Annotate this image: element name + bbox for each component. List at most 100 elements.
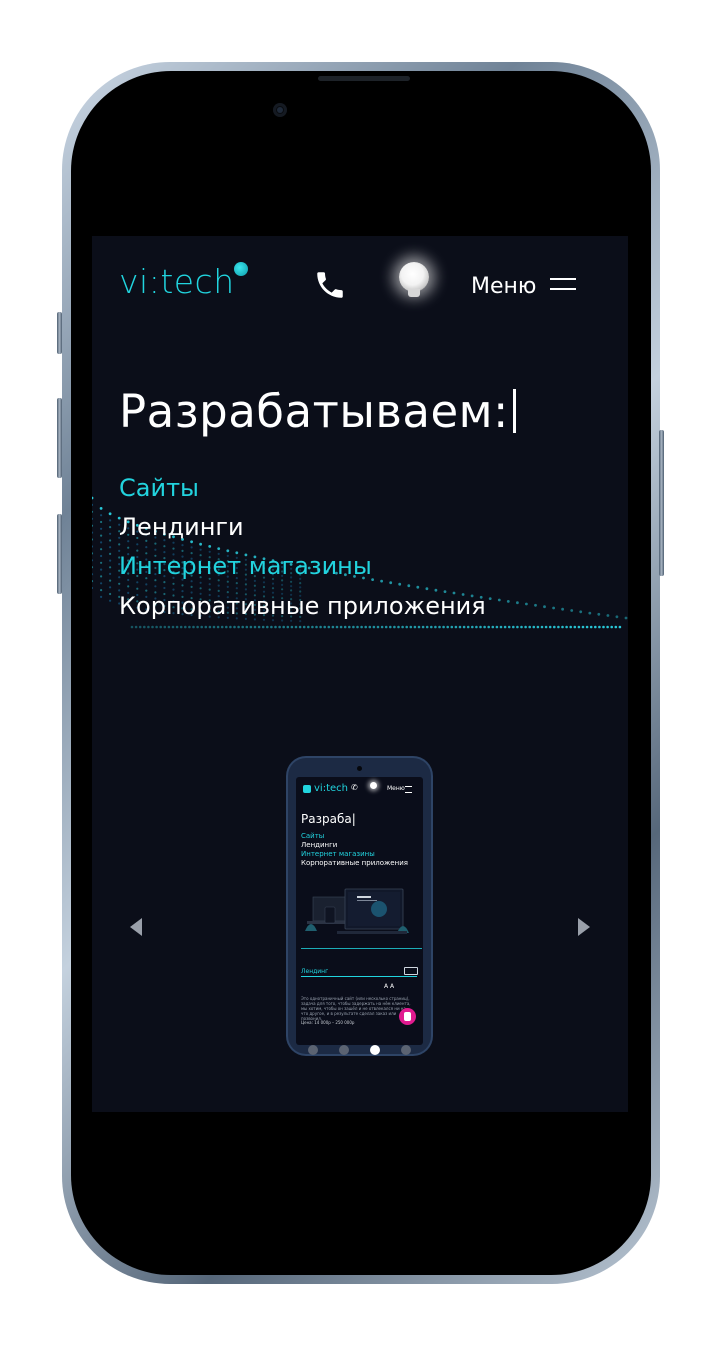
wave-line-dot xyxy=(618,625,622,629)
wave-line-dot xyxy=(225,625,228,629)
wave-line-dot xyxy=(401,625,404,629)
speaker-grille xyxy=(318,76,410,81)
wave-line-dot xyxy=(356,625,359,629)
wave-dot xyxy=(100,554,103,558)
wave-line-dot xyxy=(405,625,409,629)
wave-dot xyxy=(100,568,103,571)
wave-dot xyxy=(109,592,112,596)
wave-dot xyxy=(100,514,103,517)
wave-dot xyxy=(100,548,103,551)
wave-line-dot xyxy=(524,625,527,629)
hamburger-icon[interactable] xyxy=(550,278,576,294)
wave-line-dot xyxy=(606,625,609,629)
wave-line-dot xyxy=(282,625,285,629)
wave-line-dot xyxy=(138,625,142,629)
wave-dot xyxy=(145,546,148,549)
power-button xyxy=(659,430,664,576)
wave-dot xyxy=(235,587,238,590)
wave-line-dot xyxy=(442,625,445,629)
wave-dot xyxy=(109,559,112,562)
menu-button-label[interactable]: Меню xyxy=(471,271,536,303)
site-logo[interactable]: vi:tech xyxy=(119,262,235,302)
service-item-corporate-apps[interactable]: Корпоративные приложения xyxy=(119,590,486,622)
wave-dot xyxy=(92,580,94,583)
wave-dot xyxy=(597,612,601,616)
wave-line-dot xyxy=(290,625,294,629)
wave-line-dot xyxy=(249,625,253,629)
wave-line-dot xyxy=(241,625,244,629)
slide-devices-image xyxy=(305,888,409,934)
wave-line-dot xyxy=(278,625,281,629)
wave-line-dot xyxy=(311,625,314,629)
wave-dot xyxy=(100,541,103,544)
wave-line-dot xyxy=(261,625,265,629)
wave-line-dot xyxy=(237,625,240,629)
wave-line-dot xyxy=(270,625,273,629)
wave-line-dot xyxy=(557,625,560,629)
service-item-sites[interactable]: Сайты xyxy=(119,472,199,504)
wave-line-dot xyxy=(368,625,372,629)
wave-line-dot xyxy=(438,625,441,629)
wave-line-dot xyxy=(130,625,134,629)
wave-line-dot xyxy=(589,625,593,629)
wave-line-dot xyxy=(380,625,384,629)
carousel-dot[interactable] xyxy=(401,1045,411,1055)
wave-line-dot xyxy=(179,625,183,629)
wave-line-dot xyxy=(479,625,482,629)
wave-line-dot xyxy=(565,625,568,629)
chevron-right-icon[interactable] xyxy=(578,918,590,936)
carousel-dot[interactable] xyxy=(308,1045,318,1055)
wave-dot xyxy=(92,496,94,500)
wave-line-dot xyxy=(462,625,466,629)
wave-dot xyxy=(262,585,266,589)
wave-line-dot xyxy=(298,625,302,629)
slide-logo-mark xyxy=(303,785,311,793)
wave-line-dot xyxy=(594,625,597,629)
wave-line-dot xyxy=(229,625,232,629)
wave-dot xyxy=(92,573,94,576)
wave-line-dot xyxy=(512,625,515,629)
wave-line-dot xyxy=(540,625,544,629)
wave-dot xyxy=(389,581,393,585)
wave-line-dot xyxy=(581,625,585,629)
wave-dot xyxy=(92,503,94,506)
wave-line-dot xyxy=(450,625,454,629)
wave-dot xyxy=(118,582,121,585)
wave-dot xyxy=(109,552,112,555)
wave-line-dot xyxy=(348,625,351,629)
wave-dot xyxy=(172,582,175,585)
wave-dot xyxy=(181,544,184,547)
phone-icon[interactable] xyxy=(313,268,347,302)
wave-dot xyxy=(525,602,528,606)
service-item-shops[interactable]: Интернет магазины xyxy=(119,550,372,582)
mute-switch xyxy=(57,312,62,354)
wave-line-dot xyxy=(384,625,388,629)
wave-line-dot xyxy=(147,625,150,629)
light-bulb-icon[interactable] xyxy=(399,262,429,292)
chevron-left-icon[interactable] xyxy=(130,918,142,936)
wave-dot xyxy=(497,598,501,602)
service-item-landings[interactable]: Лендинги xyxy=(119,511,244,543)
wave-line-dot xyxy=(487,625,491,629)
wave-line-dot xyxy=(585,625,589,629)
carousel-dot[interactable] xyxy=(370,1045,380,1055)
wave-line-dot xyxy=(393,625,396,629)
wave-line-dot xyxy=(397,625,400,629)
slide-section-label: Лендинг xyxy=(301,968,329,975)
wave-line-dot xyxy=(413,625,417,629)
slide-menu-label: Меню xyxy=(387,785,405,792)
wave-line-dot xyxy=(352,625,355,629)
wave-line-dot xyxy=(188,625,191,629)
wave-dot xyxy=(615,615,619,619)
wave-line-dot xyxy=(323,625,326,629)
carousel-dot[interactable] xyxy=(339,1045,349,1055)
wave-line-dot xyxy=(471,625,474,629)
wave-line-dot xyxy=(425,625,429,629)
volume-up-button xyxy=(57,398,62,478)
wave-line-dot xyxy=(421,625,425,629)
wave-dot xyxy=(606,614,610,617)
wave-dot xyxy=(398,582,402,586)
wave-line-dot xyxy=(561,625,564,629)
wave-dot xyxy=(299,582,302,585)
wave-dot xyxy=(92,545,94,548)
